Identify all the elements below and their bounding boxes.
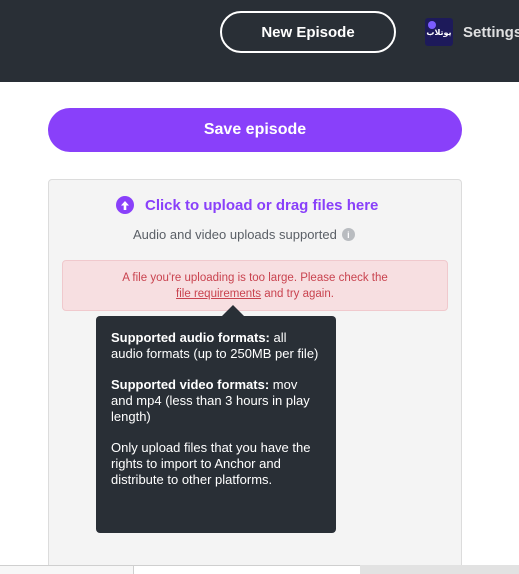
upload-error-alert: A file you're uploading is too large. Pl… [62, 260, 448, 311]
tooltip-rights: Only upload files that you have the righ… [111, 440, 311, 487]
upload-cta-text[interactable]: Click to upload or drag files here [145, 197, 378, 214]
podcast-avatar[interactable]: يوتلاب [425, 18, 453, 46]
new-episode-button[interactable]: New Episode [220, 11, 396, 53]
save-episode-button[interactable]: Save episode [48, 108, 462, 152]
file-requirements-link[interactable]: file requirements [176, 288, 261, 300]
tooltip-video: Supported video formats: mov and mp4 (le… [111, 377, 321, 425]
upload-link[interactable]: Click to upload or drag files here [116, 196, 378, 214]
top-header: New Episode يوتلاب Settings [0, 0, 519, 82]
supported-text: Audio and video uploads supported [133, 227, 337, 242]
upload-arrow-icon [116, 196, 134, 214]
bottom-strip [0, 565, 519, 574]
avatar-label: يوتلاب [426, 28, 452, 37]
tooltip-audio-title: Supported audio formats: [111, 330, 270, 345]
bottom-segment-left [0, 565, 133, 574]
error-line-2-suffix: and try again. [261, 288, 334, 300]
tooltip-audio: Supported audio formats: all audio forma… [111, 330, 321, 362]
episode-editor-page: New Episode يوتلاب Settings Save episode… [0, 0, 519, 574]
error-line-1: A file you're uploading is too large. Pl… [122, 272, 388, 284]
upload-supported-note: Audio and video uploads supported i [133, 227, 355, 242]
bottom-segment-right [360, 565, 519, 574]
tooltip-video-title: Supported video formats: [111, 377, 270, 392]
formats-tooltip: Supported audio formats: all audio forma… [96, 316, 336, 533]
info-icon[interactable]: i [341, 228, 355, 241]
settings-link[interactable]: Settings [463, 24, 519, 41]
error-line-2: file requirements and try again. [63, 286, 447, 302]
bottom-segment-middle [133, 565, 360, 574]
tooltip-arrow [222, 305, 244, 316]
